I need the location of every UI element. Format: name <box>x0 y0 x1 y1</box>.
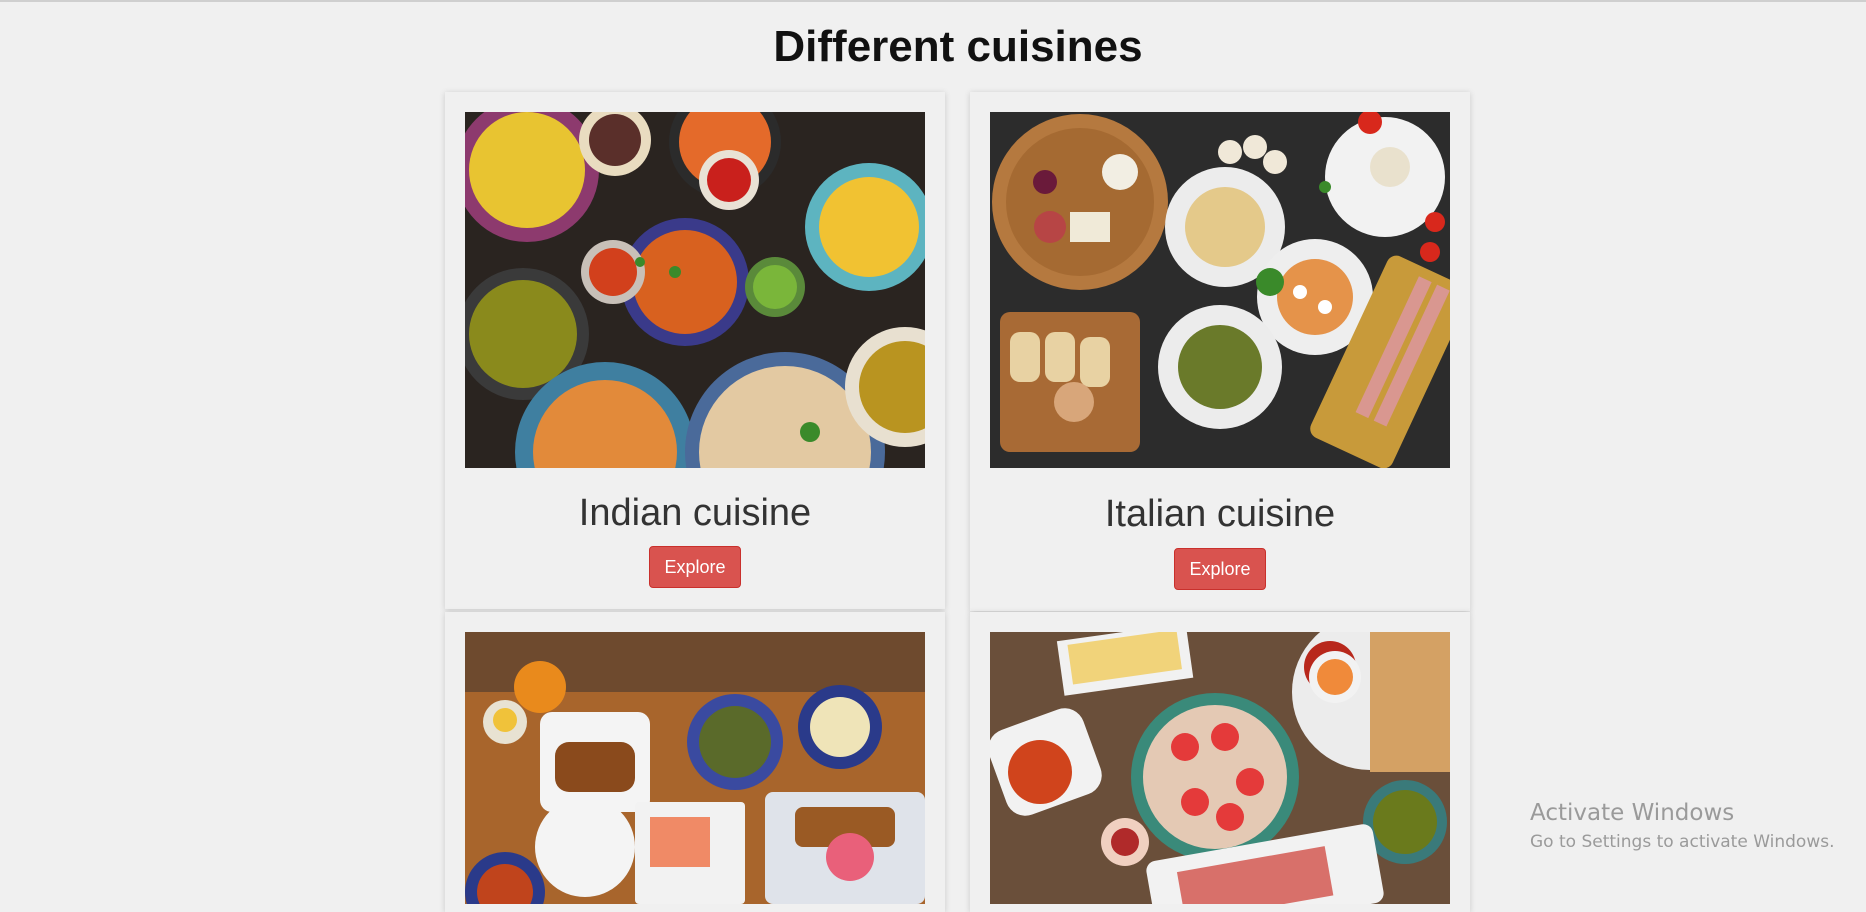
explore-button[interactable]: Explore <box>1174 548 1266 590</box>
card-3 <box>445 612 945 912</box>
card-4 <box>970 612 1470 912</box>
page-title: Different cuisines <box>773 22 1143 71</box>
card-title: Italian cuisine <box>1104 493 1336 535</box>
cuisine-photo <box>465 632 925 904</box>
card-indian-cuisine: Indian cuisine Explore <box>445 92 945 609</box>
italian-cuisine-photo <box>990 112 1450 468</box>
windows-activation-watermark: Activate Windows Go to Settings to activ… <box>1530 800 1835 852</box>
watermark-subtitle: Go to Settings to activate Windows. <box>1530 832 1835 852</box>
card-title: Indian cuisine <box>578 492 812 534</box>
card-italian-cuisine: Italian cuisine Explore <box>970 92 1470 611</box>
indian-cuisine-photo <box>465 112 925 468</box>
top-border <box>0 0 1866 2</box>
explore-button[interactable]: Explore <box>649 546 741 588</box>
watermark-title: Activate Windows <box>1530 800 1735 826</box>
cuisine-photo <box>990 632 1450 904</box>
